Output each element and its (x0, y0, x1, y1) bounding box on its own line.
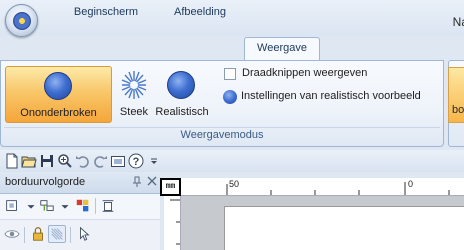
application-menu-button[interactable] (5, 4, 38, 37)
image-view-icon[interactable] (110, 153, 126, 169)
design-page[interactable] (224, 206, 464, 250)
frame-select-icon[interactable] (3, 197, 21, 215)
sort-order-icon[interactable] (38, 197, 56, 215)
tab-afbeelding[interactable]: Afbeelding (160, 2, 240, 24)
undo-icon[interactable] (75, 153, 91, 169)
ruler-label-50: 50 (229, 179, 240, 189)
open-folder-icon[interactable] (21, 153, 37, 169)
vertical-ruler-ticks (170, 199, 180, 245)
pin-icon[interactable] (132, 176, 142, 188)
realistic-blue-circle-icon (167, 71, 195, 99)
large-blue-circle-icon (44, 72, 72, 100)
eye-icon[interactable] (3, 225, 21, 243)
color-order-icon[interactable] (74, 197, 92, 215)
window-title: Na (452, 15, 464, 29)
ribbon-tab-strip (0, 36, 464, 60)
select-cursor-icon[interactable] (75, 225, 93, 243)
new-file-icon[interactable] (4, 153, 20, 169)
ononderbroken-button[interactable]: Ononderbroken (5, 66, 112, 123)
ruler-label-0: 0 (408, 179, 414, 189)
toolbar-divider (70, 227, 71, 243)
vertical-ruler (164, 196, 181, 250)
ononderbroken-label: Ononderbroken (20, 107, 97, 119)
help-icon[interactable]: ? (128, 153, 144, 169)
zoom-icon[interactable] (57, 153, 73, 169)
toolbar-divider (95, 198, 96, 214)
quick-access-toolbar: ? (0, 150, 464, 172)
tab-beginscherm[interactable]: Beginscherm (58, 2, 154, 24)
draadknippen-label[interactable]: Draadknippen weergeven (242, 67, 367, 79)
realistic-settings-link[interactable]: Instellingen van realistisch voorbeeld (241, 90, 421, 102)
lock-icon[interactable] (29, 225, 47, 243)
customize-toolbar-icon[interactable] (146, 153, 162, 169)
ribbon-group-label: Weergavemodus (180, 129, 264, 141)
realistisch-button[interactable]: Realistisch (155, 66, 209, 123)
svg-text:?: ? (133, 156, 140, 168)
ruler-ticks (226, 182, 450, 195)
ribbon-right-button[interactable]: bo (448, 67, 464, 123)
settings-circle-icon[interactable] (223, 90, 237, 104)
panel-toolbar (0, 194, 160, 220)
save-icon[interactable] (39, 153, 55, 169)
frame-rectangle-icon[interactable] (99, 197, 117, 215)
close-icon[interactable] (146, 174, 158, 188)
redo-icon[interactable] (92, 153, 108, 169)
group-divider (4, 127, 440, 128)
panel-title: borduurvolgorde (5, 176, 86, 188)
ribbon-right-button-label: bo (452, 104, 464, 116)
app-logo-icon (13, 12, 31, 30)
horizontal-ruler: 50 0 (181, 178, 464, 196)
steek-button[interactable]: Steek (114, 66, 154, 123)
panel-header: borduurvolgorde (0, 172, 160, 194)
stitch-pattern-icon[interactable] (48, 225, 66, 243)
dropdown-arrow-icon-2[interactable] (56, 197, 74, 215)
stitch-starburst-icon (121, 71, 147, 99)
draadknippen-checkbox[interactable] (224, 68, 236, 80)
toolbar-divider (24, 227, 25, 243)
steek-label: Steek (119, 106, 149, 118)
ruler-unit-button[interactable]: mm (160, 178, 181, 196)
tab-weergave[interactable]: Weergave (244, 37, 320, 61)
panel-view-toolbar (0, 220, 160, 250)
realistisch-label: Realistisch (155, 106, 209, 118)
